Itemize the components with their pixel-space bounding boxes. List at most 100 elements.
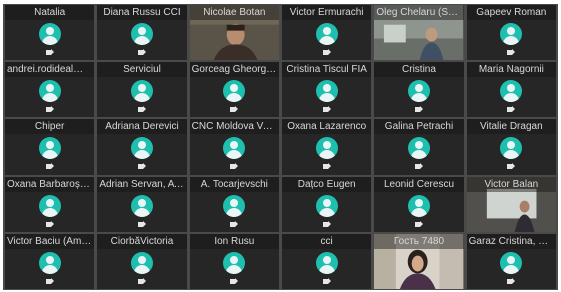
participant-tile[interactable]: Dațco Eugen [282, 176, 372, 232]
camera-off-icon [137, 163, 146, 170]
participant-name: Adrian Servan, ATI... [97, 176, 187, 192]
participant-name: Oxana Lazarenco [282, 119, 372, 135]
participant-tile[interactable]: Oxana Barbaroș, A... [5, 176, 95, 232]
user-avatar-icon [500, 251, 523, 274]
participant-name: Dațco Eugen [282, 176, 372, 192]
participant-name: Victor Balan [466, 176, 556, 192]
participant-name: Гость 7480 [374, 233, 464, 249]
user-avatar-icon [130, 137, 153, 160]
participant-tile[interactable]: Oxana Lazarenco [282, 119, 372, 175]
user-avatar-icon [315, 137, 338, 160]
camera-off-icon [230, 106, 239, 113]
participant-tile[interactable]: Nicolae Botan [189, 5, 279, 61]
participant-name: Gapeev Roman [466, 5, 556, 20]
user-avatar-icon [223, 251, 246, 274]
participant-tile[interactable]: Cristina Tiscul FIA [282, 62, 372, 118]
participant-name: A. Tocarjevschi [189, 176, 279, 192]
participant-tile[interactable]: A. Tocarjevschi [189, 176, 279, 232]
participant-name: Chiper [5, 119, 95, 135]
participant-tile[interactable]: Galina Petrachi [374, 119, 464, 175]
user-avatar-icon [38, 23, 61, 45]
participant-name: Maria Nagornii [466, 62, 556, 78]
participant-tile[interactable]: Гость 7480 [374, 233, 464, 289]
participant-name: Diana Russu CCI [97, 5, 187, 20]
user-avatar-icon [130, 194, 153, 217]
participant-tile[interactable]: Oleg Chelaru (SEI... [374, 5, 464, 61]
participant-tile[interactable]: Victor Baciu (AmC... [5, 233, 95, 289]
participant-name: Serviciul [97, 62, 187, 78]
participant-name: Cristina Tiscul FIA [282, 62, 372, 78]
participant-tile[interactable]: Natalia [5, 5, 95, 61]
camera-off-icon [230, 220, 239, 227]
camera-off-icon [45, 163, 54, 170]
participant-name: Adriana Derevici [97, 119, 187, 135]
participant-tile[interactable]: Leonid Cerescu [374, 176, 464, 232]
participant-name: Nicolae Botan [189, 5, 279, 20]
camera-off-icon [230, 163, 239, 170]
participant-tile[interactable]: Victor Ermurachi [282, 5, 372, 61]
camera-off-icon [45, 106, 54, 113]
user-avatar-icon [407, 194, 430, 217]
camera-off-icon [414, 163, 423, 170]
camera-off-icon [322, 106, 331, 113]
camera-off-icon [322, 277, 331, 284]
user-avatar-icon [38, 251, 61, 274]
participant-name: Galina Petrachi [374, 119, 464, 135]
participant-name: Victor Ermurachi [282, 5, 372, 20]
camera-off-icon [507, 163, 516, 170]
participant-tile[interactable]: CiorbăVictoria [97, 233, 187, 289]
participant-tile[interactable]: Gapeev Roman [466, 5, 556, 61]
camera-off-icon [137, 277, 146, 284]
participant-tile[interactable]: Adrian Servan, ATI... [97, 176, 187, 232]
participant-name: Ion Rusu [189, 233, 279, 249]
participant-tile[interactable]: Maria Nagornii [466, 62, 556, 118]
user-avatar-icon [223, 194, 246, 217]
participant-tile[interactable]: Gorceag Gheorgh... [189, 62, 279, 118]
user-avatar-icon [38, 80, 61, 103]
user-avatar-icon [315, 80, 338, 103]
user-avatar-icon [407, 80, 430, 103]
participant-tile[interactable]: cci [282, 233, 372, 289]
user-avatar-icon [500, 23, 523, 45]
user-avatar-icon [315, 23, 338, 45]
participant-tile[interactable]: Vitalie Dragan [466, 119, 556, 175]
user-avatar-icon [130, 80, 153, 103]
participant-tile[interactable]: Cristina [374, 62, 464, 118]
camera-off-icon [137, 106, 146, 113]
user-avatar-icon [223, 80, 246, 103]
user-avatar-icon [38, 194, 61, 217]
camera-off-icon [45, 49, 54, 55]
camera-off-icon [322, 220, 331, 227]
participant-tile[interactable]: Adriana Derevici [97, 119, 187, 175]
user-avatar-icon [130, 251, 153, 274]
participant-name: Victor Baciu (AmC... [5, 233, 95, 249]
user-avatar-icon [38, 137, 61, 160]
camera-off-icon [322, 49, 331, 55]
participant-tile[interactable]: Garaz Cristina, EB... [466, 233, 556, 289]
camera-off-icon [414, 220, 423, 227]
user-avatar-icon [223, 137, 246, 160]
participant-tile[interactable]: Victor Balan [466, 176, 556, 232]
participant-name: Oleg Chelaru (SEI... [374, 5, 464, 20]
user-avatar-icon [130, 23, 153, 45]
participant-name: Garaz Cristina, EB... [466, 233, 556, 249]
participant-name: Natalia [5, 5, 95, 20]
video-conference-window: Natalia Diana Russu CCI Nicolae Botan Victo… [3, 4, 558, 290]
camera-off-icon [45, 277, 54, 284]
participant-name: Oxana Barbaroș, A... [5, 176, 95, 192]
user-avatar-icon [500, 80, 523, 103]
user-avatar-icon [315, 251, 338, 274]
participant-name: Gorceag Gheorgh... [189, 62, 279, 78]
participant-tile[interactable]: Ion Rusu [189, 233, 279, 289]
participant-name: cci [282, 233, 372, 249]
camera-off-icon [230, 277, 239, 284]
camera-off-icon [507, 106, 516, 113]
participant-tile[interactable]: Chiper [5, 119, 95, 175]
participant-tile[interactable]: Serviciul [97, 62, 187, 118]
user-avatar-icon [500, 137, 523, 160]
participant-tile[interactable]: andrei.rodideal@g... [5, 62, 95, 118]
camera-off-icon [137, 49, 146, 55]
participant-name: Cristina [374, 62, 464, 78]
participant-tile[interactable]: CNC Moldova Val... [189, 119, 279, 175]
participant-tile[interactable]: Diana Russu CCI [97, 5, 187, 61]
